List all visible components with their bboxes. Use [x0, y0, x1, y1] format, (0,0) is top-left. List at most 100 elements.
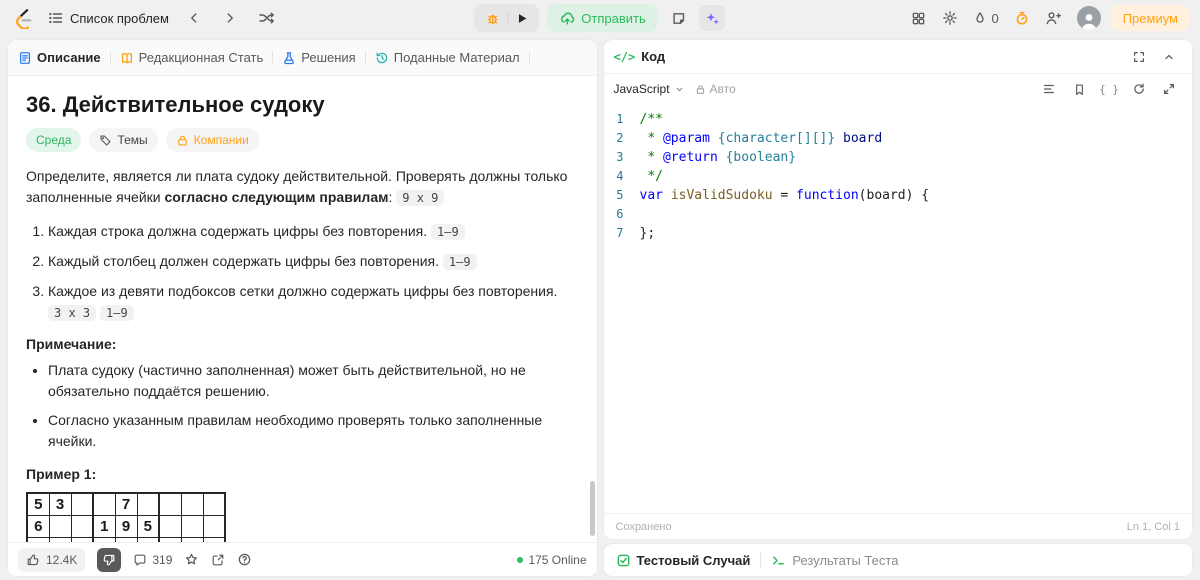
code-line: 7};: [604, 224, 1193, 243]
lock-icon: [176, 134, 189, 147]
submit-label: Отправить: [581, 10, 646, 26]
tab-test-results[interactable]: Результаты Теста: [771, 553, 898, 568]
scrollbar-thumb[interactable]: [589, 481, 595, 536]
online-indicator: 175 Online: [517, 553, 587, 567]
timer-icon[interactable]: [1009, 5, 1035, 31]
sudoku-cell: [92, 492, 116, 516]
language-select[interactable]: JavaScript: [614, 82, 685, 96]
premium-button[interactable]: Премиум: [1110, 5, 1190, 31]
test-panel: Тестовый Случай Результаты Теста: [603, 544, 1192, 576]
sudoku-cell: 7: [114, 492, 138, 516]
next-problem-button[interactable]: [217, 5, 243, 31]
sudoku-cell: 5: [136, 514, 160, 538]
shuffle-icon[interactable]: [253, 5, 279, 31]
help-button[interactable]: [237, 552, 252, 567]
document-icon: [18, 51, 32, 65]
code-line: 5 var isValidSudoku = function(board) {: [604, 186, 1193, 205]
problem-title: 36. Действительное судоку: [26, 92, 325, 117]
code-line: 4 */: [604, 167, 1193, 186]
code-line: 6: [604, 205, 1193, 224]
collapse-panel-icon[interactable]: [1156, 44, 1182, 70]
tab-testcase[interactable]: Тестовый Случай: [616, 553, 750, 568]
sudoku-cell: [180, 514, 204, 538]
saved-status: Сохранено: [615, 520, 672, 533]
comments-button[interactable]: 319: [133, 553, 172, 567]
layout-grid-icon[interactable]: [905, 5, 931, 31]
share-button[interactable]: [211, 553, 225, 567]
tag-icon: [99, 134, 112, 147]
tab-label: Поданные Материал: [393, 50, 520, 65]
code-lines: 1/** 2 * @param {character[][]} board 3 * …: [604, 110, 1193, 243]
code-panel-header: </> Код: [603, 40, 1192, 74]
sudoku-cell: [202, 514, 226, 538]
bookmark-icon[interactable]: [1066, 76, 1092, 102]
main-area: Описание Редакционная Стать Решения Пода…: [0, 36, 1200, 580]
rule-item: Каждая строка должна содержать цифры без…: [48, 221, 579, 243]
intro-paragraph: Определите, является ли плата судоку дей…: [26, 168, 568, 206]
favorite-button[interactable]: [184, 552, 199, 567]
run-button[interactable]: [508, 4, 535, 32]
online-dot: [517, 556, 524, 563]
braces-icon[interactable]: { }: [1096, 76, 1122, 102]
comment-icon: [133, 553, 147, 567]
notes-icon[interactable]: [666, 5, 692, 31]
ai-sparkle-icon[interactable]: [699, 5, 726, 31]
test-results-label: Результаты Теста: [792, 552, 899, 568]
divider: [272, 50, 274, 65]
code-line: 1 /**: [604, 110, 1193, 129]
sudoku-cell: 1: [92, 514, 116, 538]
code-panel-title: Код: [641, 49, 666, 64]
streak-counter[interactable]: 0: [969, 11, 1002, 26]
code-editor[interactable]: 1/** 2 * @param {character[][]} board 3 * …: [604, 104, 1193, 513]
tab-description[interactable]: Описание: [18, 50, 101, 65]
editor-toolbar: JavaScript Авто {}: [604, 74, 1193, 104]
panel-resize-handle[interactable]: [599, 40, 602, 576]
leetcode-logo[interactable]: [10, 5, 36, 31]
line-number: 3: [616, 150, 624, 164]
dislike-button[interactable]: [97, 547, 122, 572]
code-line: 2 * @param {character[][]} board: [604, 129, 1193, 148]
tab-editorial[interactable]: Редакционная Стать: [120, 50, 264, 65]
maximize-editor-icon[interactable]: [1156, 76, 1182, 102]
format-code-icon[interactable]: [1036, 76, 1062, 102]
submit-button[interactable]: Отправить: [547, 4, 658, 32]
topics-badge[interactable]: Темы: [89, 128, 158, 152]
code-chip: 1–9: [442, 254, 477, 270]
check-square-icon: [616, 553, 631, 568]
tab-label: Редакционная Стать: [138, 50, 264, 65]
prev-problem-button[interactable]: [181, 5, 207, 31]
sudoku-cell: [70, 492, 94, 516]
book-icon: [120, 51, 134, 65]
code-chip: 1–9: [431, 224, 465, 240]
add-user-icon[interactable]: [1041, 5, 1067, 31]
companies-badge[interactable]: Компании: [165, 128, 259, 152]
editor-statusbar: Сохранено Ln 1, Col 1: [603, 513, 1192, 539]
debug-button[interactable]: [478, 4, 507, 32]
fullscreen-icon[interactable]: [1126, 44, 1152, 70]
rule-item: Каждое из девяти подбоксов сетки должно …: [48, 281, 579, 324]
description-panel: Описание Редакционная Стать Решения Пода…: [8, 40, 597, 576]
reset-code-icon[interactable]: [1126, 76, 1152, 102]
tab-label: Решения: [301, 50, 356, 65]
tab-solutions[interactable]: Решения: [282, 50, 356, 65]
sudoku-cell: 3: [48, 492, 72, 516]
history-clock-icon: [375, 51, 389, 65]
terminal-icon: [771, 553, 786, 568]
tab-submissions[interactable]: Поданные Материал: [375, 50, 520, 65]
code-panel: </> Код JavaScript Авто {} 1 /** 2 * @p…: [603, 40, 1193, 539]
cloud-upload-icon: [559, 10, 575, 26]
description-footer: 12.4K 319 175 Online: [8, 542, 597, 576]
problem-list-button[interactable]: Список проблем: [48, 10, 169, 26]
gear-icon[interactable]: [937, 5, 963, 31]
like-button[interactable]: 12.4K: [18, 547, 86, 572]
note-title: Примечание:: [26, 336, 117, 352]
comment-count: 319: [152, 552, 173, 567]
sudoku-cell: [202, 492, 226, 516]
sudoku-cell: [180, 492, 204, 516]
line-number: 7: [616, 226, 624, 240]
auto-toggle[interactable]: Авто: [695, 82, 736, 96]
difficulty-badge[interactable]: Среда: [26, 128, 82, 152]
tab-label: Описание: [37, 50, 101, 65]
avatar[interactable]: [1076, 6, 1101, 30]
